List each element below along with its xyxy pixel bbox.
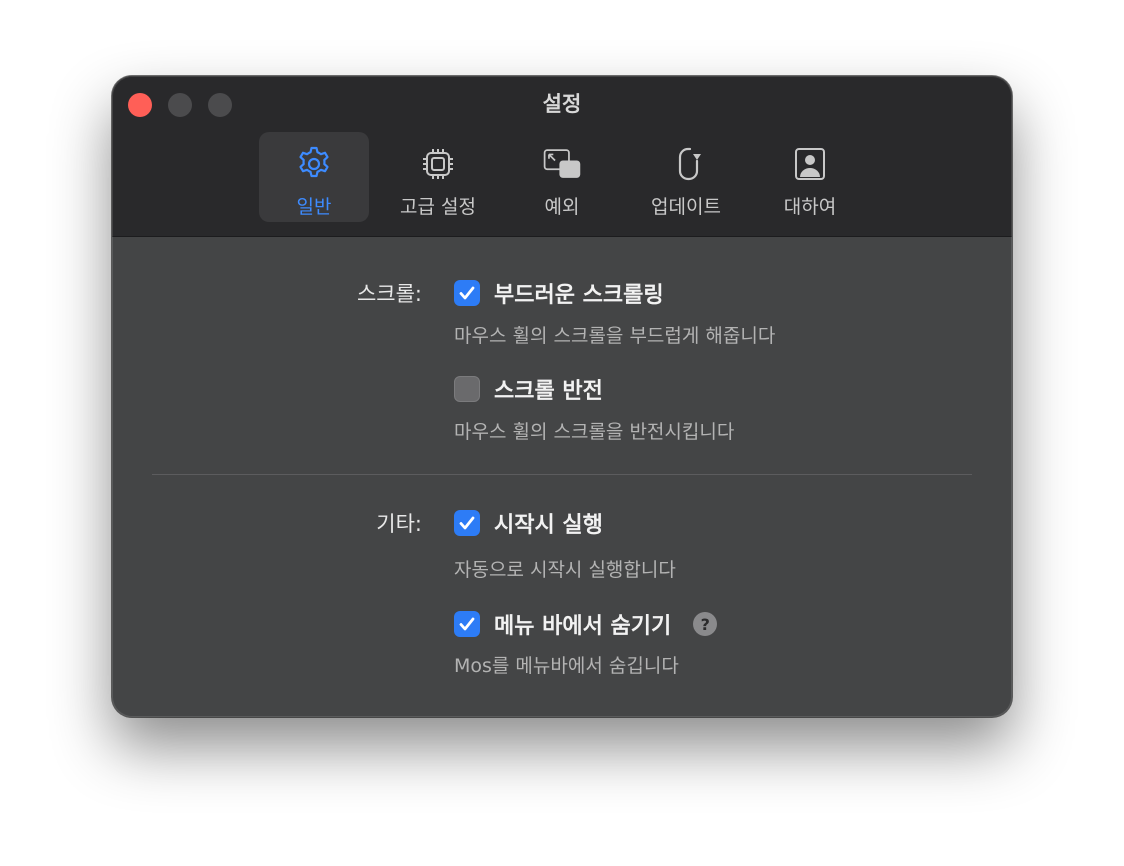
preferences-tabs: 일반 고급 설정 예외 업데이트 대하여: [259, 132, 879, 222]
window-exception-icon: [543, 149, 581, 178]
launch-at-login-description: 자동으로 시작시 실행합니다: [454, 559, 676, 581]
chip-icon: [423, 149, 453, 179]
tab-exceptions[interactable]: 예외: [507, 132, 617, 222]
tab-advanced-label: 고급 설정: [400, 196, 476, 218]
scroll-section-label: 스크롤:: [356, 282, 422, 306]
launch-at-login-checkbox[interactable]: [454, 510, 480, 536]
smooth-scroll-label: 부드러운 스크롤링: [494, 283, 664, 308]
tab-general[interactable]: 일반: [259, 132, 369, 222]
window-title: 설정: [542, 92, 582, 116]
update-icon: [678, 147, 701, 181]
checkmark-icon: [459, 286, 475, 300]
tab-update-label: 업데이트: [651, 196, 721, 218]
tab-exceptions-label: 예외: [544, 196, 580, 218]
section-divider: [152, 474, 972, 475]
tab-about[interactable]: 대하여: [755, 132, 865, 222]
person-icon: [795, 148, 825, 180]
tab-update[interactable]: 업데이트: [631, 132, 741, 222]
other-section-label: 기타:: [376, 512, 422, 536]
reverse-scroll-option[interactable]: 스크롤 반전: [454, 373, 603, 405]
hide-menu-bar-option[interactable]: 메뉴 바에서 숨기기 ?: [454, 608, 718, 640]
smooth-scroll-checkbox[interactable]: [454, 280, 480, 306]
checkmark-icon: [459, 617, 475, 631]
hide-menu-bar-description: Mos를 메뉴바에서 숨깁니다: [454, 655, 679, 677]
help-button[interactable]: ?: [693, 612, 718, 636]
reverse-scroll-description: 마우스 휠의 스크롤을 반전시킵니다: [454, 421, 735, 443]
settings-window: 설정 일반 고급 설정 예외 업데이트 대하여 스크롤: 부드러운 스크롤링 마…: [112, 76, 1012, 717]
tab-general-label: 일반: [296, 196, 332, 218]
hide-menu-bar-checkbox[interactable]: [454, 611, 480, 637]
reverse-scroll-label: 스크롤 반전: [494, 379, 603, 404]
checkmark-icon: [459, 516, 475, 530]
launch-at-login-label: 시작시 실행: [494, 513, 603, 538]
smooth-scroll-description: 마우스 휠의 스크롤을 부드럽게 해줍니다: [454, 325, 776, 347]
toolbar: 설정 일반 고급 설정 예외 업데이트 대하여: [112, 76, 1012, 237]
tab-about-label: 대하여: [783, 196, 837, 218]
launch-at-login-option[interactable]: 시작시 실행: [454, 507, 603, 539]
gear-icon: [299, 146, 329, 178]
reverse-scroll-checkbox[interactable]: [454, 376, 480, 402]
hide-menu-bar-label: 메뉴 바에서 숨기기: [494, 614, 672, 639]
smooth-scroll-option[interactable]: 부드러운 스크롤링: [454, 277, 664, 309]
tab-advanced[interactable]: 고급 설정: [383, 132, 493, 222]
